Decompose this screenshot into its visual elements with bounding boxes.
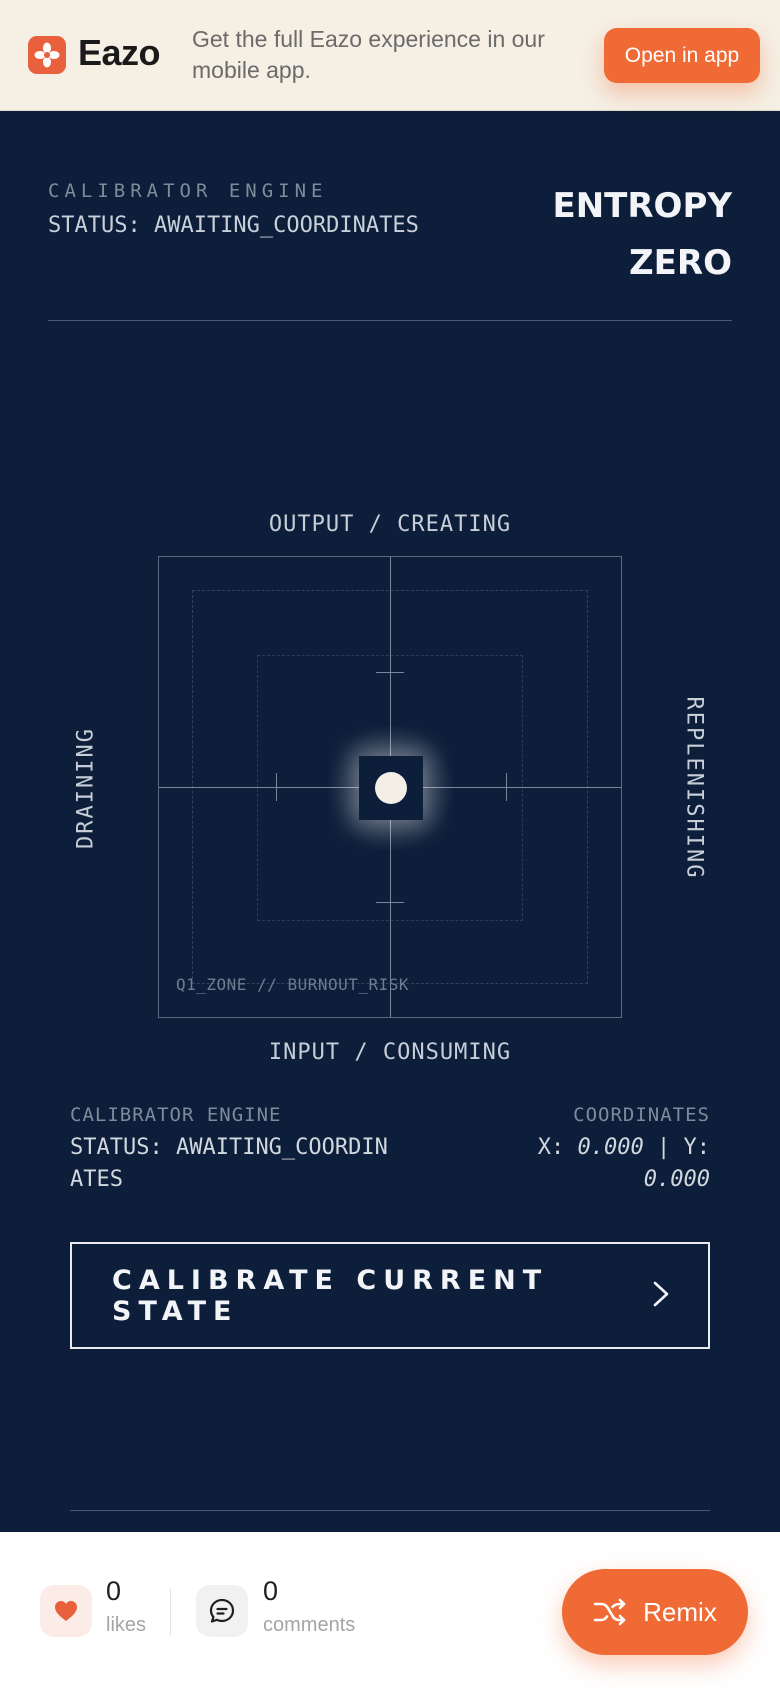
calibrate-button[interactable]: CALIBRATE CURRENT STATE (70, 1242, 710, 1349)
readout-status: STATUS: AWAITING_COORDINATES (70, 1132, 400, 1196)
position-cursor[interactable] (375, 772, 407, 804)
heart-icon (55, 1601, 77, 1621)
brand-name: Eazo (78, 32, 161, 73)
likes-label: likes (106, 1614, 147, 1636)
like-button[interactable] (40, 1585, 92, 1637)
readout-coords-label: COORDINATES (573, 1104, 710, 1126)
footer-divider (170, 1588, 171, 1636)
header-divider (48, 320, 732, 321)
likes-count: 0 (106, 1576, 122, 1606)
eazo-logo-icon (28, 36, 66, 74)
calibrate-button-label: CALIBRATE CURRENT STATE (112, 1264, 549, 1327)
y-prefix: | Y: (657, 1135, 710, 1160)
open-in-app-button[interactable]: Open in app (604, 28, 760, 83)
axis-label-bottom: INPUT / CONSUMING (268, 1040, 512, 1065)
content-divider (70, 1510, 710, 1511)
x-value: 0.000 (577, 1135, 644, 1160)
comment-icon (209, 1598, 235, 1623)
banner-message: Get the full Eazo experience in our mobi… (192, 26, 545, 83)
engine-eyebrow: CALIBRATOR ENGINE (48, 180, 328, 202)
remix-button[interactable]: Remix (562, 1569, 748, 1655)
shuffle-icon (593, 1598, 626, 1626)
page-title: ENTROPY ZERO (552, 186, 733, 283)
readout-engine-label: CALIBRATOR ENGINE (70, 1104, 282, 1126)
x-prefix: X: (537, 1135, 565, 1160)
calibration-grid[interactable]: Q1_ZONE // BURNOUT_RISK (158, 556, 622, 1018)
y-value: 0.000 (643, 1167, 710, 1192)
app-promo-banner: Eazo Get the full Eazo experience in our… (0, 0, 780, 111)
axis-tick (376, 672, 404, 673)
zone-label: Q1_ZONE // BURNOUT_RISK (176, 975, 410, 994)
readout-coordinates: X: 0.000 | Y: 0.000 (480, 1132, 710, 1196)
header-status: STATUS: AWAITING_COORDINATES (48, 213, 419, 238)
axis-label-left: DRAINING (73, 727, 99, 849)
readout-status-label: STATUS: (70, 1135, 163, 1160)
chevron-right-icon (652, 1280, 670, 1312)
axis-label-right: REPLENISHING (681, 696, 707, 880)
axis-label-top: OUTPUT / CREATING (268, 512, 512, 537)
footer-bar: 0 likes 0 comments Remix (0, 1532, 780, 1688)
remix-button-label: Remix (643, 1596, 717, 1627)
axis-tick (376, 902, 404, 903)
axis-tick (506, 773, 507, 801)
axis-tick (276, 773, 277, 801)
comments-count: 0 (263, 1576, 279, 1606)
comment-button[interactable] (196, 1585, 248, 1637)
comments-label: comments (263, 1614, 356, 1636)
